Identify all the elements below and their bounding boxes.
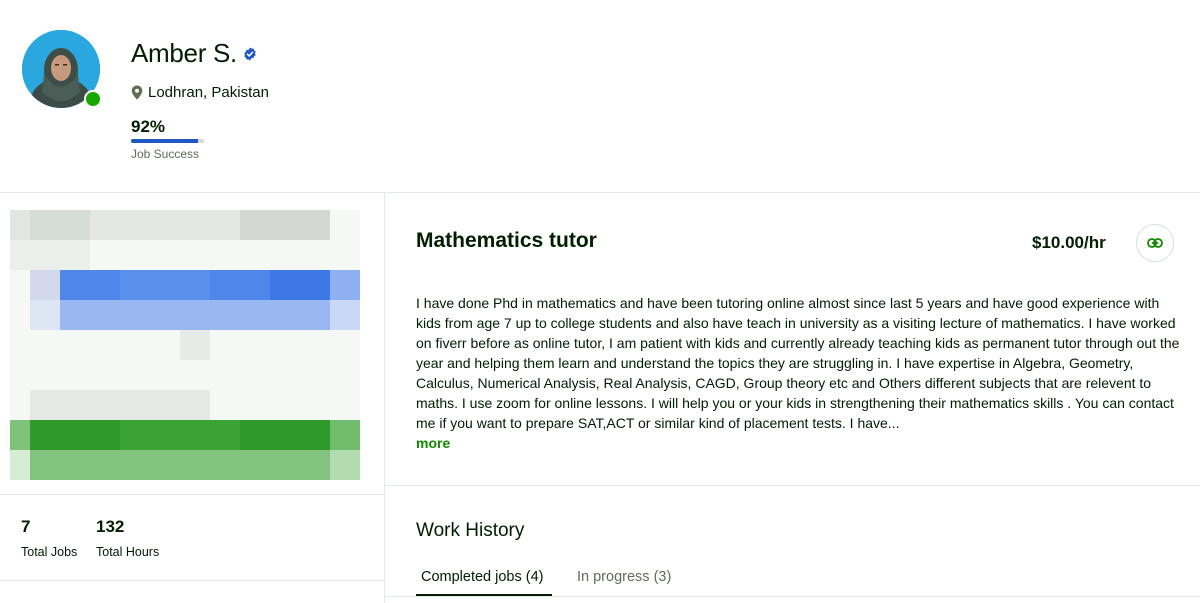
tab-in-progress[interactable]: In progress (3) bbox=[577, 569, 671, 585]
verified-badge-icon bbox=[244, 46, 256, 61]
left-bottom-divider bbox=[0, 580, 384, 581]
total-jobs-value: 7 bbox=[21, 517, 31, 536]
job-success-percent: 92% bbox=[131, 117, 166, 136]
location-text: Lodhran, Pakistan bbox=[148, 84, 269, 101]
avatar[interactable] bbox=[22, 30, 102, 108]
blurred-map-placeholder bbox=[10, 210, 360, 480]
stats-divider bbox=[0, 494, 384, 495]
location-pin-icon bbox=[131, 85, 143, 100]
section-divider bbox=[385, 485, 1200, 486]
work-history-title: Work History bbox=[416, 520, 525, 541]
tabs-baseline bbox=[385, 596, 1200, 597]
stat-total-hours: 132 Total Hours bbox=[96, 517, 159, 559]
total-hours-label: Total Hours bbox=[96, 545, 160, 559]
more-link[interactable]: more bbox=[416, 435, 450, 451]
right-panel-top-border bbox=[385, 192, 1200, 193]
total-hours-value: 132 bbox=[96, 517, 125, 536]
copy-link-button[interactable] bbox=[1136, 224, 1174, 262]
profile-title: Mathematics tutor bbox=[416, 229, 597, 252]
freelancer-name: Amber S. bbox=[131, 38, 237, 68]
job-success-label: Job Success bbox=[131, 147, 200, 161]
job-success-bar-fill bbox=[131, 139, 199, 143]
profile-description: I have done Phd in mathematics and have … bbox=[416, 295, 1180, 431]
job-success-bar bbox=[131, 139, 204, 143]
total-jobs-label: Total Jobs bbox=[21, 545, 78, 559]
freelancer-name-row: Amber S. bbox=[131, 38, 257, 69]
link-icon bbox=[1147, 238, 1163, 248]
tab-completed-jobs[interactable]: Completed jobs (4) bbox=[421, 569, 544, 585]
location-row: Lodhran, Pakistan bbox=[131, 84, 269, 101]
stat-total-jobs: 7 Total Jobs bbox=[21, 517, 77, 559]
online-status-indicator bbox=[84, 90, 102, 108]
hourly-rate: $10.00/hr bbox=[1032, 233, 1106, 252]
